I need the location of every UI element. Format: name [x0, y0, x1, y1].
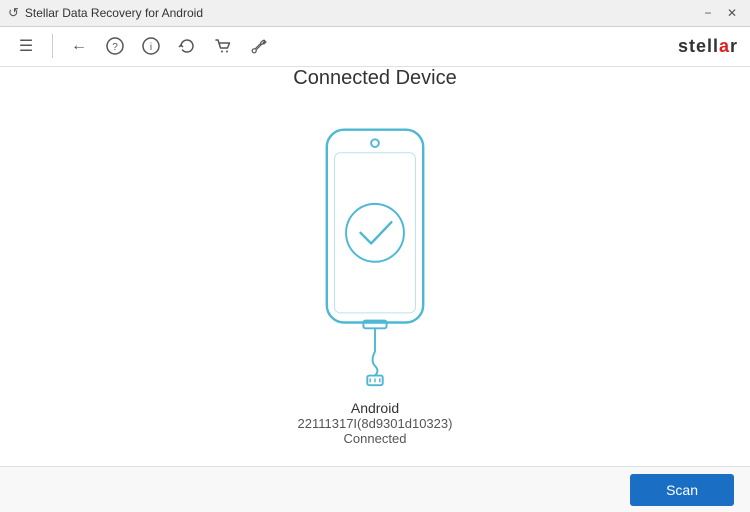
minimize-button[interactable]: −: [698, 3, 718, 23]
cart-icon[interactable]: [209, 32, 237, 60]
back-icon[interactable]: ←: [65, 32, 93, 60]
device-name: Android: [298, 400, 453, 416]
bottom-bar: Scan: [0, 466, 750, 512]
device-status: Connected: [298, 431, 453, 446]
title-bar-controls: − ✕: [698, 3, 742, 23]
title-bar-title: Stellar Data Recovery for Android: [25, 6, 203, 20]
phone-container: Android 22111317I(8d9301d10323) Connecte…: [295, 120, 455, 446]
main-content: Connected Device Android: [0, 67, 750, 466]
device-id: 22111317I(8d9301d10323): [298, 416, 453, 431]
scan-button[interactable]: Scan: [630, 474, 734, 506]
svg-text:?: ?: [112, 42, 118, 53]
stellar-logo: stellar: [678, 36, 738, 57]
device-info: Android 22111317I(8d9301d10323) Connecte…: [298, 400, 453, 446]
menu-icon[interactable]: ☰: [12, 32, 40, 60]
info-icon[interactable]: i: [137, 32, 165, 60]
toolbar: ☰ ← ? i stellar: [0, 27, 750, 68]
help-icon[interactable]: ?: [101, 32, 129, 60]
title-bar-left: ↺ Stellar Data Recovery for Android: [8, 5, 203, 21]
svg-text:i: i: [150, 42, 152, 53]
title-bar: ↺ Stellar Data Recovery for Android − ✕: [0, 0, 750, 27]
close-button[interactable]: ✕: [722, 3, 742, 23]
app-icon: ↺: [8, 5, 19, 21]
toolbar-divider: [52, 34, 53, 58]
refresh-icon[interactable]: [173, 32, 201, 60]
page-title: Connected Device: [293, 67, 456, 90]
wrench-icon[interactable]: [245, 32, 273, 60]
phone-illustration: [295, 120, 455, 390]
